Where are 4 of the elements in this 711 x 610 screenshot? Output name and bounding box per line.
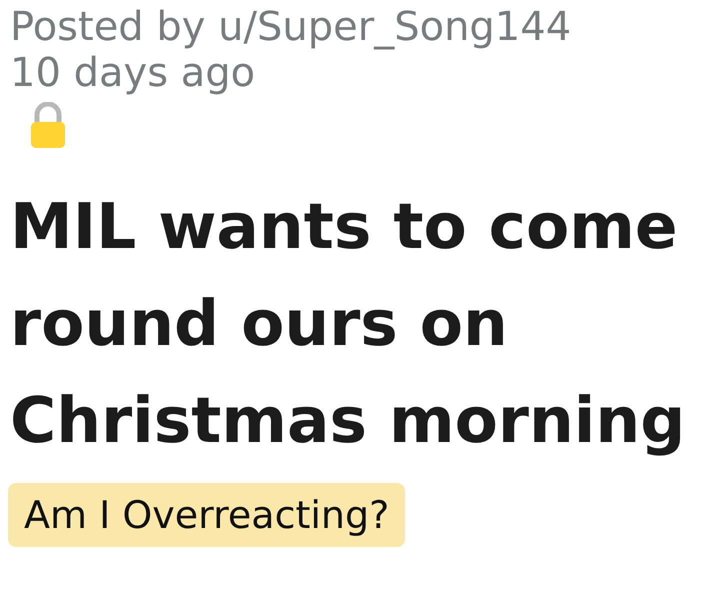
post-age: 10 days ago [10,50,256,96]
flair-tag[interactable]: Am I Overreacting? [8,483,406,547]
post-title: MIL wants to come round ours on Christmas morning [10,189,686,459]
author-line: Posted by u/Super_Song144 [10,4,572,50]
